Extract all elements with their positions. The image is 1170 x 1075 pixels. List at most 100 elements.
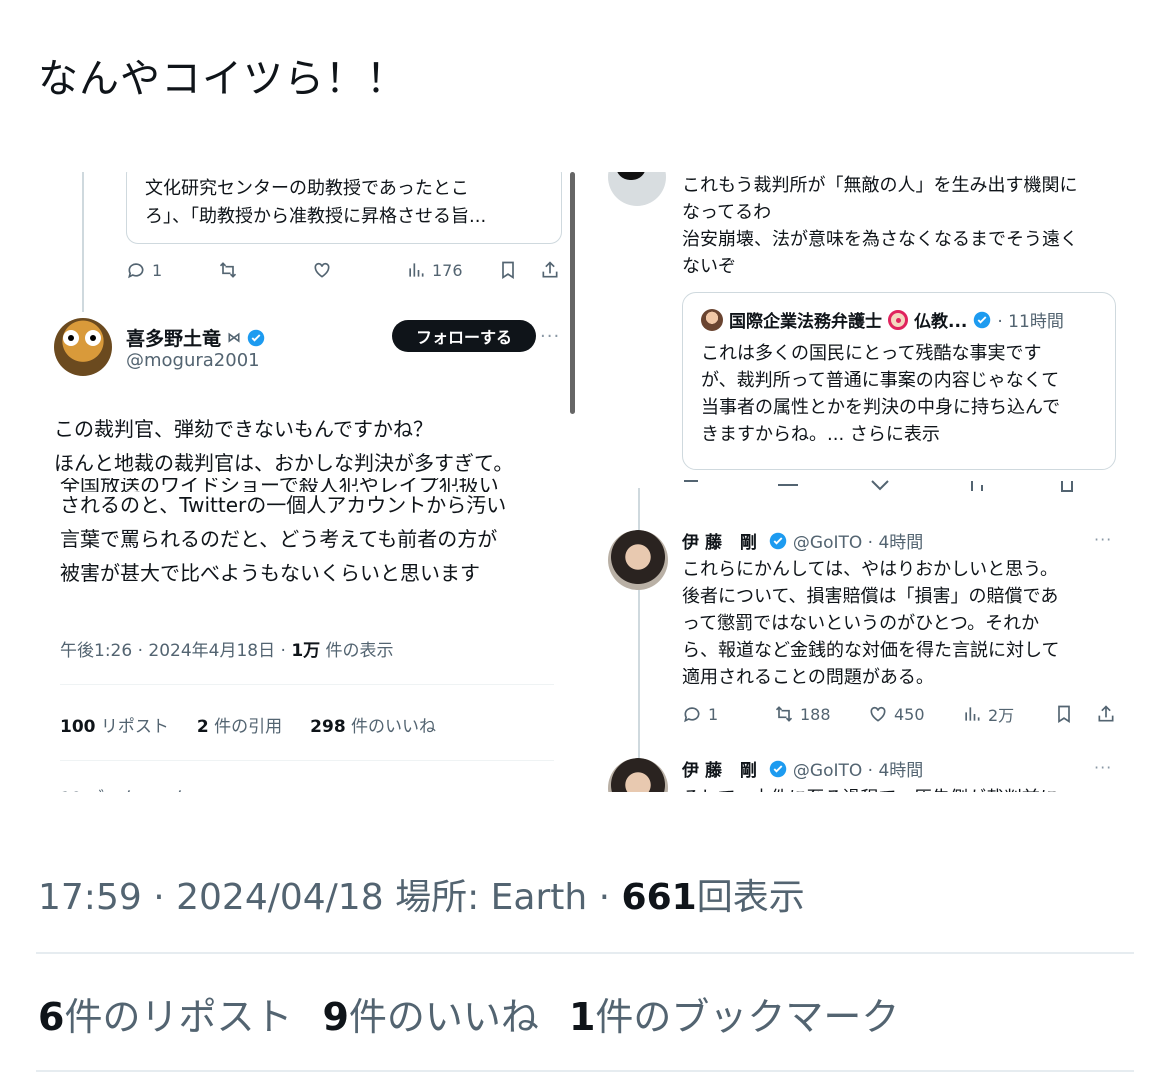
left-panel: 文化研究センターの助教授であったとこ ろ」、「助教授から准教授に昇格させる旨..… xyxy=(36,172,576,792)
scrollbar[interactable] xyxy=(570,172,575,414)
text-line: きますからね。... さらに表示 xyxy=(701,424,940,445)
text-line: この裁判官、弾劾できないもんですかね？ xyxy=(54,417,433,441)
separator: · xyxy=(153,877,165,918)
tweet-timestamp: 午後1:26 · 2024年4月18日 · 1万 件の表示 xyxy=(60,636,394,661)
bowtie-icon: ⋈ xyxy=(227,329,242,346)
verified-badge-icon xyxy=(769,532,787,550)
likes-stat[interactable]: 9件のいいね xyxy=(322,986,538,1041)
quote-author-name: 国際企業法務弁護士 xyxy=(729,312,882,332)
likes-stat[interactable]: 298 件のいいね xyxy=(310,712,436,737)
reply-count: 1 xyxy=(152,260,163,280)
reposts-label: リポスト xyxy=(95,717,169,737)
bookmarks-stat[interactable]: 1件のブックマーク xyxy=(569,986,899,1041)
action-bar: 1 188 450 2万 xyxy=(682,702,1122,726)
quoted-tweet-card[interactable]: 文化研究センターの助教授であったとこ ろ」、「助教授から准教授に昇格させる旨..… xyxy=(126,172,562,244)
separator: · xyxy=(598,877,611,918)
action-bar: 1 176 xyxy=(126,258,566,282)
divider xyxy=(36,1070,1134,1072)
avatar[interactable] xyxy=(608,172,666,206)
reposts-stat[interactable]: 6件のリポスト xyxy=(38,986,292,1041)
bookmark-button[interactable] xyxy=(498,260,518,280)
avatar[interactable] xyxy=(608,758,668,792)
author-handle[interactable]: @mogura2001 xyxy=(126,350,260,371)
tweet-stats: 100 リポスト 2 件の引用 298 件のいいね xyxy=(60,712,436,737)
quotes-stat[interactable]: 2 件の引用 xyxy=(197,712,282,737)
repost-icon xyxy=(218,260,238,280)
repost-button[interactable] xyxy=(218,260,238,280)
text-line: ほんと地裁の裁判官は、おかしな判決が多すぎて。 xyxy=(54,451,514,475)
views-label: 回表示 xyxy=(696,877,805,918)
share-button[interactable] xyxy=(1096,704,1116,724)
bookmark-icon xyxy=(1054,704,1074,724)
tweet-stats: 6件のリポスト 9件のいいね 1件のブックマーク xyxy=(38,986,899,1041)
tweet-text: これもう裁判所が「無敵の人」を生み出す機関に なってるわ 治安崩壊、法が意味を為… xyxy=(682,172,1078,280)
text-line: って懲罰ではないというのがひとつ。それか xyxy=(682,613,1040,634)
right-panel: これもう裁判所が「無敵の人」を生み出す機関に なってるわ 治安崩壊、法が意味を為… xyxy=(606,172,1136,792)
heart-icon xyxy=(868,704,888,724)
author-name[interactable]: 喜多野土竜 ⋈ xyxy=(126,324,265,351)
text-line: これらにかんしては、やはりおかしいと思う。 xyxy=(682,559,1059,580)
text-line: 適用されることの問題がある。 xyxy=(682,667,934,688)
text-line: 被害が甚大で比べようもないくらいと思います xyxy=(60,561,480,585)
views-button[interactable]: 2万 xyxy=(962,702,1014,726)
quote-body: これは多くの国民にとって残酷な事実です が、裁判所って普通に事案の内容じゃなくて… xyxy=(701,340,1097,448)
more-options-icon[interactable]: ··· xyxy=(540,326,560,347)
text-line: 言葉で罵られるのだと、どう考えても前者の方が xyxy=(60,527,498,551)
tweet-time[interactable]: 17:59 xyxy=(38,877,142,918)
text-line: 後者について、損害賠償は「損害」の賠償であ xyxy=(682,586,1059,607)
views-icon xyxy=(962,704,982,724)
follow-button[interactable]: フォローする xyxy=(392,320,536,352)
author-name-text: 喜多野土竜 xyxy=(126,328,222,350)
likes-count: 298 xyxy=(310,717,346,737)
cut-bookmarks-stat: 10 ブックマーク xyxy=(60,784,189,792)
divider xyxy=(36,952,1134,954)
quote-time: · 11時間 xyxy=(997,312,1064,332)
quoted-tweet-card[interactable]: 国際企業法務弁護士 仏教... · 11時間 これは多くの国民にとって残酷な事実… xyxy=(682,292,1116,470)
share-icon xyxy=(1096,704,1116,724)
text-line: が、裁判所って普通に事案の内容じゃなくて xyxy=(701,370,1060,391)
tweet-text: なんやコイツら！！ xyxy=(38,56,407,102)
author-handle: @GoITO · 4時間 xyxy=(792,533,924,553)
reply-author[interactable]: 伊藤 剛 @GoITO · 4時間 xyxy=(682,528,923,553)
views-count: 176 xyxy=(432,260,463,280)
divider xyxy=(60,684,554,685)
more-options-icon[interactable]: ··· xyxy=(1094,758,1112,777)
avatar[interactable] xyxy=(54,318,112,376)
views-button[interactable]: 176 xyxy=(406,260,463,280)
share-button[interactable] xyxy=(540,260,560,280)
cut-reply-text: そして、本件に至る過程で、原告側が裁判前に xyxy=(682,784,1058,792)
repost-button[interactable]: 188 xyxy=(774,704,831,724)
bookmarks-count: 1 xyxy=(568,995,596,1039)
author-handle: @GoITO · 4時間 xyxy=(792,761,924,781)
reply-button[interactable]: 1 xyxy=(126,260,162,280)
verified-badge-icon xyxy=(247,329,265,347)
repost-count: 188 xyxy=(800,704,831,724)
likes-count: 9 xyxy=(322,995,349,1039)
views-label: 件の表示 xyxy=(320,641,394,661)
text-line: ら、報道など金銭的な対価を得た言説に対して xyxy=(682,640,1060,661)
quotes-count: 2 xyxy=(196,717,209,737)
timestamp-text: 午後1:26 · 2024年4月18日 · xyxy=(60,641,292,661)
like-button[interactable] xyxy=(312,260,332,280)
reply-author[interactable]: 伊藤 剛 @GoITO · 4時間 xyxy=(682,756,923,781)
reply-icon xyxy=(682,704,702,724)
like-count: 450 xyxy=(894,704,925,724)
author-name: 伊藤 剛 xyxy=(682,533,763,553)
text-line: 当事者の属性とかを判決の中身に持ち込んで xyxy=(701,397,1061,418)
text-line: これもう裁判所が「無敵の人」を生み出す機関に xyxy=(682,175,1078,196)
bookmark-button[interactable] xyxy=(1054,704,1074,724)
views-icon xyxy=(406,260,426,280)
reposts-count: 100 xyxy=(60,717,96,737)
like-button[interactable]: 450 xyxy=(868,704,925,724)
clown-emoji-icon xyxy=(888,309,908,330)
text-line: されるのと、Twitterの一個人アカウントから汚い xyxy=(60,493,507,517)
avatar[interactable] xyxy=(608,530,668,590)
reposts-stat[interactable]: 100 リポスト xyxy=(60,712,169,737)
tweet-date[interactable]: 2024/04/18 xyxy=(176,877,384,918)
more-options-icon[interactable]: ··· xyxy=(1094,530,1112,549)
reply-count: 1 xyxy=(708,704,719,724)
reply-button[interactable]: 1 xyxy=(682,704,718,724)
bookmark-icon xyxy=(498,260,518,280)
main-tweet-text: この裁判官、弾劾できないもんですかね？ ほんと地裁の裁判官は、おかしな判決が多す… xyxy=(54,412,513,480)
thread-line xyxy=(82,172,84,312)
